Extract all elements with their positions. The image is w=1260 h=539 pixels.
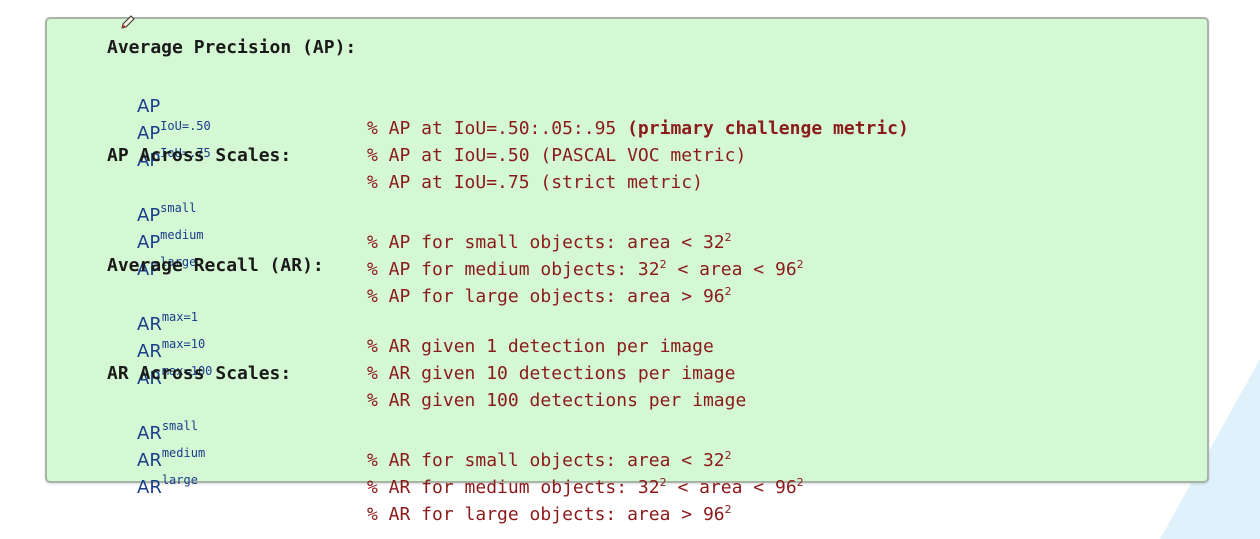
metric-row-ap: AP % AP at IoU=.50:.05:.95 (primary chal… — [47, 61, 909, 139]
section-heading-ap-across-scales: AP Across Scales: — [107, 145, 292, 166]
metric-comment: % AP at IoU=.50 (PASCAL VOC metric) — [367, 145, 747, 166]
metric-comment: % AP for large objects: area > 962 — [367, 285, 732, 307]
metrics-code-block: Average Precision (AP): AP % AP at IoU=.… — [45, 17, 1209, 525]
metric-comment: % AR given 1 detection per image — [367, 336, 714, 357]
metric-comment: % AP at IoU=.75 (strict metric) — [367, 172, 703, 193]
metric-row-ap-iou50: APIoU=.50 % AP at IoU=.50 (PASCAL VOC me… — [47, 88, 746, 166]
metric-name: ARlarge — [137, 473, 198, 498]
metric-row-ap-large: APlarge % AP for large objects: area > 9… — [47, 224, 732, 307]
metric-comment: % AR given 100 detections per image — [367, 390, 747, 411]
primary-metric-note: (primary challenge metric) — [627, 118, 909, 139]
metric-row-ap-medium: APmedium % AP for medium objects: 322 < … — [47, 197, 804, 280]
metric-comment: % AP at IoU=.50:.05:.95 (primary challen… — [367, 118, 909, 139]
metric-row-ap-small: APsmall % AP for small objects: area < 3… — [47, 170, 732, 253]
metric-row-ar-large: ARlarge % AR for large objects: area > 9… — [47, 442, 732, 525]
section-heading-ar-across-scales: AR Across Scales: — [107, 363, 292, 384]
metric-comment: % AR for large objects: area > 962 — [367, 503, 732, 525]
metric-row-ar-max1: ARmax=1 % AR given 1 detection per image — [47, 279, 714, 357]
metric-comment: % AR given 10 detections per image — [367, 363, 736, 384]
pencil-icon — [121, 15, 135, 29]
metric-row-ar-max10: ARmax=10 % AR given 10 detections per im… — [47, 306, 735, 384]
metric-row-ap-iou75: APIoU=.75 % AP at IoU=.75 (strict metric… — [47, 115, 703, 193]
metric-row-ar-max100: ARmax=100 % AR given 100 detections per … — [47, 333, 746, 411]
metric-row-ar-small: ARsmall % AR for small objects: area < 3… — [47, 388, 732, 471]
section-heading-average-recall: Average Recall (AR): — [107, 255, 324, 276]
metric-row-ar-medium: ARmedium % AR for medium objects: 322 < … — [47, 415, 804, 498]
section-heading-average-precision: Average Precision (AP): — [107, 37, 357, 58]
